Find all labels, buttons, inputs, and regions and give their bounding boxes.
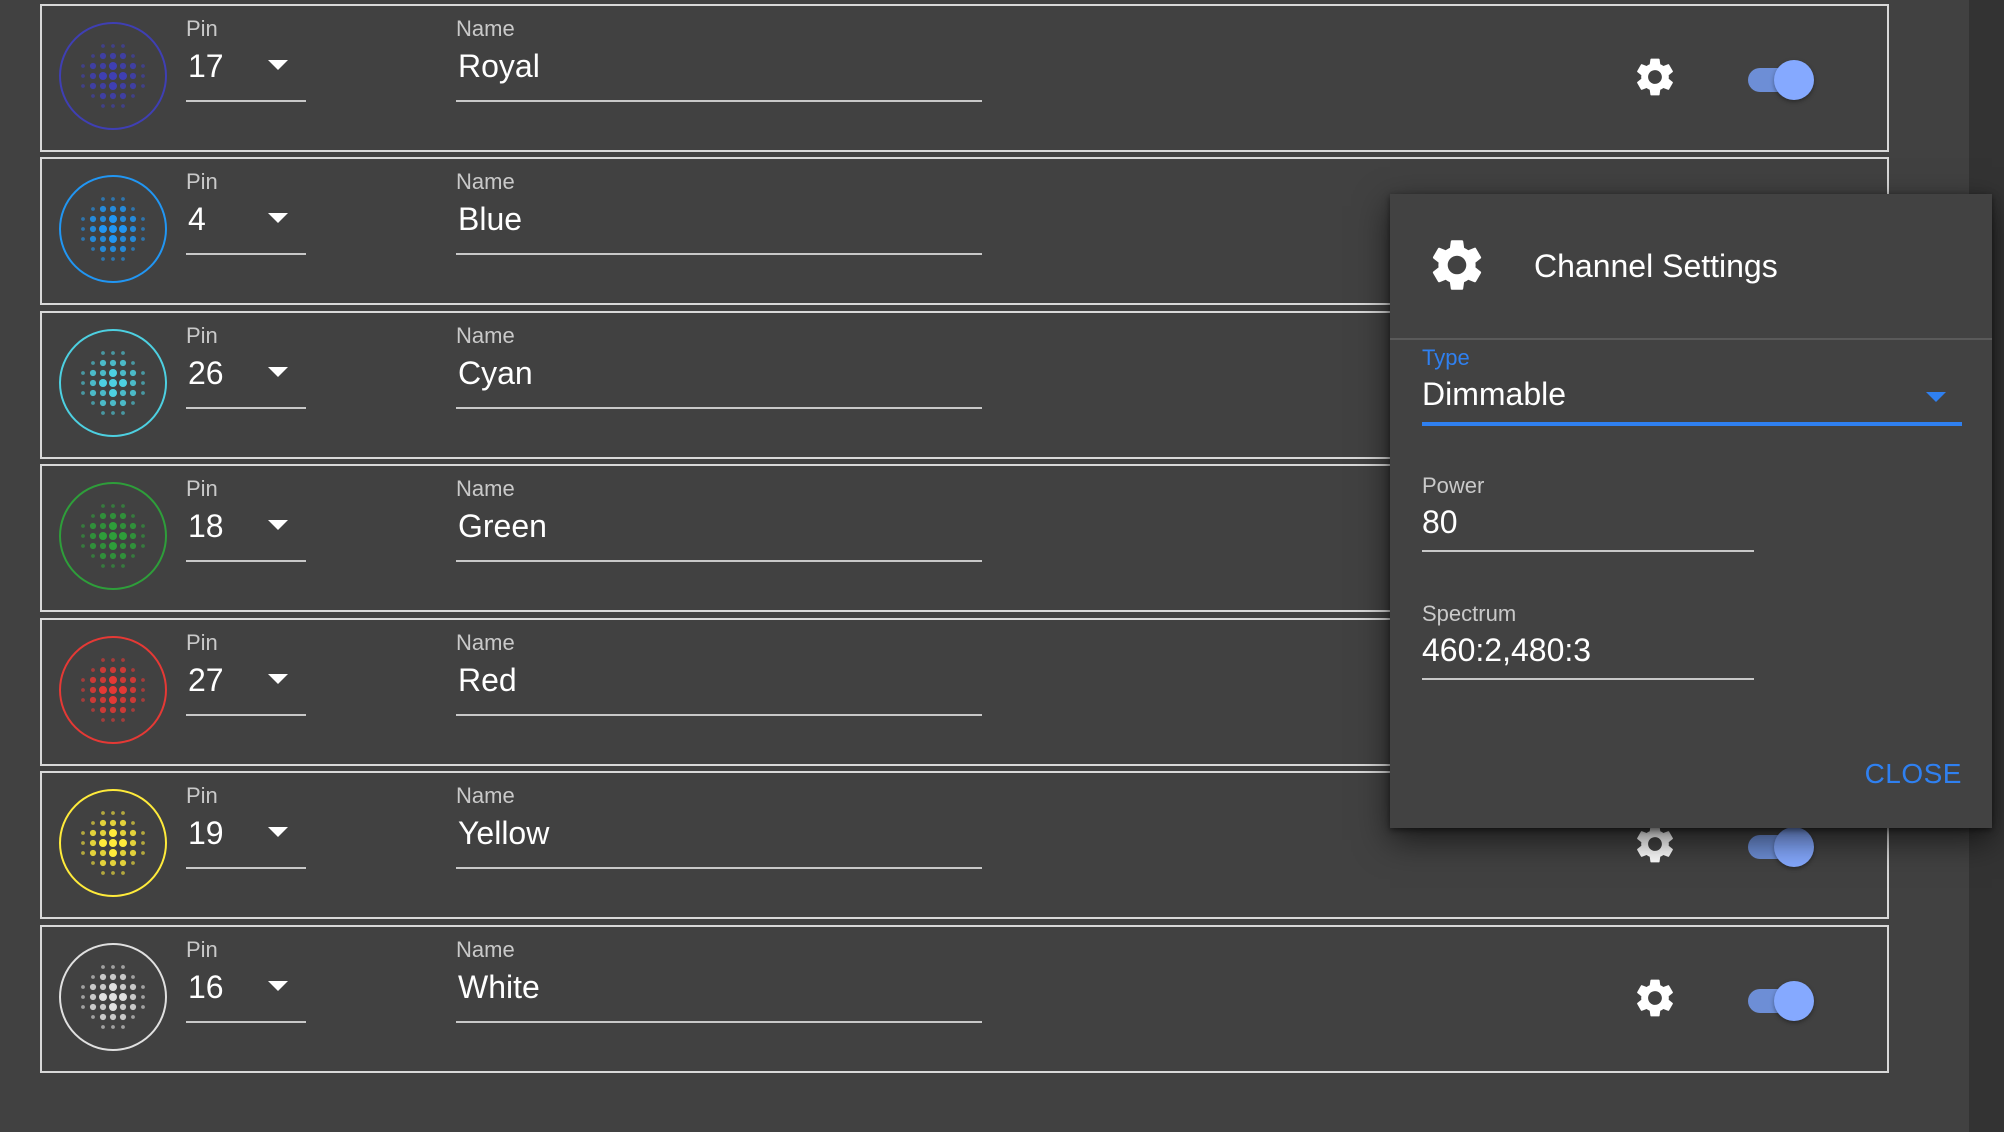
pin-label: Pin (186, 476, 218, 501)
pin-select[interactable]: Pin 16 (186, 937, 306, 1023)
caret-down-icon (268, 367, 288, 377)
name-input[interactable]: Royal (456, 42, 982, 102)
spectrum-input[interactable]: 460:2,480:3 (1422, 628, 1754, 680)
toggle-thumb (1774, 60, 1814, 100)
close-button[interactable]: CLOSE (1824, 754, 1962, 794)
type-value: Dimmable (1422, 376, 1567, 412)
gear-icon (1426, 234, 1488, 296)
pin-label: Pin (186, 323, 218, 348)
pin-label: Pin (186, 630, 218, 655)
enable-toggle[interactable] (1746, 58, 1818, 102)
caret-down-icon (268, 213, 288, 223)
name-input[interactable]: Yellow (456, 809, 982, 869)
name-label: Name (456, 169, 515, 194)
name-field[interactable]: Name Yellow (456, 783, 982, 869)
name-input[interactable]: Green (456, 502, 982, 562)
name-field[interactable]: Name Green (456, 476, 982, 562)
led-dots-icon (59, 22, 167, 130)
dialog-divider (1390, 338, 1992, 340)
toggle-thumb (1774, 827, 1814, 867)
power-label: Power (1422, 473, 1485, 498)
pin-select[interactable]: Pin 4 (186, 169, 306, 255)
pin-select[interactable]: Pin 26 (186, 323, 306, 409)
name-input[interactable]: Blue (456, 195, 982, 255)
name-field[interactable]: Name White (456, 937, 982, 1023)
name-field[interactable]: Name Blue (456, 169, 982, 255)
enable-toggle[interactable] (1746, 979, 1818, 1023)
led-dots-icon (59, 482, 167, 590)
name-field[interactable]: Name Royal (456, 16, 982, 102)
name-label: Name (456, 16, 515, 41)
name-label: Name (456, 323, 515, 348)
channel-settings-dialog: Channel Settings Type Dimmable Power 80 … (1390, 194, 1992, 828)
pin-select[interactable]: Pin 18 (186, 476, 306, 562)
pin-value: 26 (188, 355, 224, 391)
led-dots-icon (59, 636, 167, 744)
spectrum-field[interactable]: Spectrum 460:2,480:3 (1422, 600, 1754, 680)
pin-label: Pin (186, 937, 218, 962)
led-dots-icon (59, 943, 167, 1051)
pin-label: Pin (186, 169, 218, 194)
pin-select[interactable]: Pin 17 (186, 16, 306, 102)
pin-label: Pin (186, 783, 218, 808)
pin-value: 27 (188, 662, 224, 698)
name-label: Name (456, 630, 515, 655)
channel-row: Pin 16 Name White (40, 925, 1889, 1073)
name-input[interactable]: Cyan (456, 349, 982, 409)
name-label: Name (456, 783, 515, 808)
caret-down-icon (268, 520, 288, 530)
name-field[interactable]: Name Red (456, 630, 982, 716)
name-input[interactable]: Red (456, 656, 982, 716)
caret-down-icon (268, 60, 288, 70)
pin-value: 17 (188, 48, 224, 84)
type-label: Type (1422, 345, 1470, 370)
spectrum-label: Spectrum (1422, 601, 1517, 626)
pin-label: Pin (186, 16, 218, 41)
gear-icon[interactable] (1632, 975, 1678, 1021)
led-dots-icon (59, 789, 167, 897)
pin-select[interactable]: Pin 19 (186, 783, 306, 869)
toggle-thumb (1774, 981, 1814, 1021)
caret-down-icon (268, 674, 288, 684)
pin-select[interactable]: Pin 27 (186, 630, 306, 716)
led-dots-icon (59, 329, 167, 437)
name-label: Name (456, 476, 515, 501)
name-field[interactable]: Name Cyan (456, 323, 982, 409)
power-input[interactable]: 80 (1422, 500, 1754, 552)
led-dots-icon (59, 175, 167, 283)
caret-down-icon (268, 827, 288, 837)
name-input[interactable]: White (456, 963, 982, 1023)
pin-value: 16 (188, 969, 224, 1005)
channel-row: Pin 17 Name Royal (40, 4, 1889, 152)
caret-down-icon (1926, 392, 1946, 402)
power-field[interactable]: Power 80 (1422, 472, 1754, 552)
caret-down-icon (268, 981, 288, 991)
pin-value: 18 (188, 508, 224, 544)
pin-value: 19 (188, 815, 224, 851)
name-label: Name (456, 937, 515, 962)
pin-value: 4 (188, 201, 206, 237)
type-select[interactable]: Type Dimmable (1422, 344, 1962, 426)
enable-toggle[interactable] (1746, 825, 1818, 869)
gear-icon[interactable] (1632, 54, 1678, 100)
dialog-title: Channel Settings (1534, 248, 1778, 284)
